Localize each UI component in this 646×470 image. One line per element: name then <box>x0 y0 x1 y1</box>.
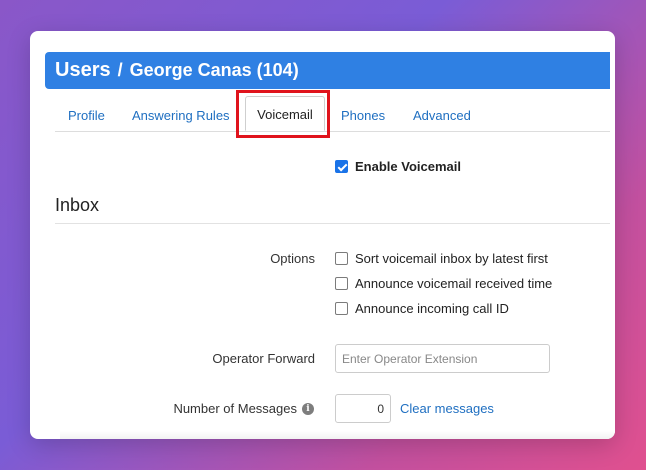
info-circle-icon[interactable]: i <box>302 403 314 415</box>
number-of-messages-input[interactable] <box>335 394 391 423</box>
clear-messages-link[interactable]: Clear messages <box>400 401 494 417</box>
tab-answering-rules[interactable]: Answering Rules <box>132 100 230 131</box>
announce-received-time-checkbox[interactable] <box>335 277 348 290</box>
number-of-messages-label: Number of Messages <box>173 401 297 416</box>
breadcrumb-separator: / <box>117 60 123 80</box>
sort-latest-first-label[interactable]: Sort voicemail inbox by latest first <box>355 251 548 267</box>
sort-latest-first-checkbox[interactable] <box>335 252 348 265</box>
section-divider <box>55 223 610 224</box>
operator-forward-label: Operator Forward <box>212 351 315 366</box>
inbox-section-title: Inbox <box>55 195 100 215</box>
breadcrumb-current-user: George Canas (104) <box>129 60 299 80</box>
scroll-fade <box>60 431 615 439</box>
announce-caller-id-label[interactable]: Announce incoming call ID <box>355 301 509 317</box>
voicemail-tab-highlight <box>236 90 330 138</box>
announce-caller-id-checkbox[interactable] <box>335 302 348 315</box>
tab-phones[interactable]: Phones <box>341 100 385 131</box>
announce-received-time-label[interactable]: Announce voicemail received time <box>355 276 552 292</box>
breadcrumb: Users / George Canas (104) <box>55 59 299 81</box>
enable-voicemail-label[interactable]: Enable Voicemail <box>355 159 461 175</box>
breadcrumb-users-link[interactable]: Users <box>55 59 111 81</box>
tab-bar: Profile Answering Rules Voicemail Phones… <box>55 96 610 132</box>
operator-forward-input[interactable] <box>335 344 550 373</box>
enable-voicemail-checkbox[interactable] <box>335 160 348 173</box>
options-label: Options <box>270 251 315 266</box>
tab-profile[interactable]: Profile <box>68 100 105 131</box>
tab-advanced[interactable]: Advanced <box>413 100 471 131</box>
user-settings-card: Users / George Canas (104) Profile Answeri… <box>30 31 615 439</box>
